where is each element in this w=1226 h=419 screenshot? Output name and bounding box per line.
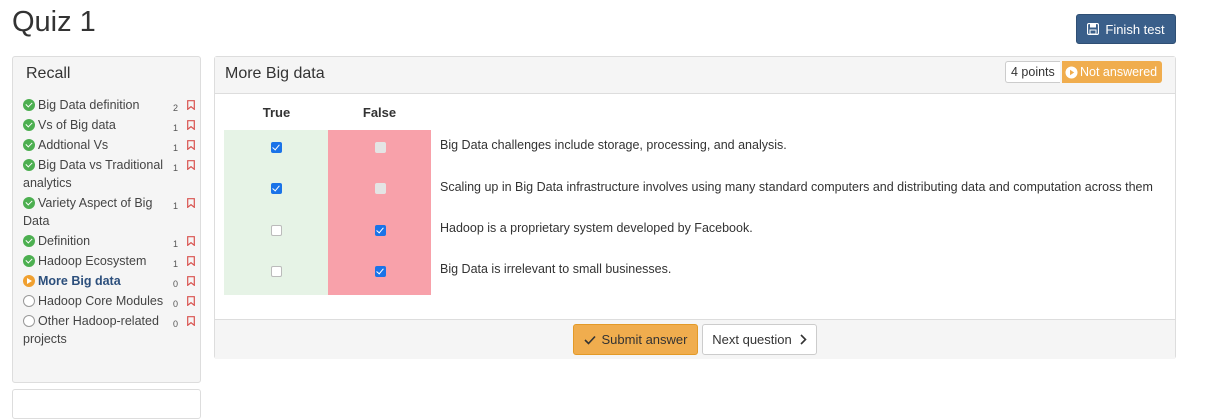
empty-circle-icon	[23, 295, 35, 307]
play-circle-icon	[23, 275, 35, 287]
bookmark-icon[interactable]	[187, 236, 195, 246]
row4-statement: Big Data is irrelevant to small business…	[440, 262, 672, 276]
row3-false-checkbox[interactable]	[375, 225, 386, 236]
sidebar-item-label: Other Hadoop-related projects	[23, 314, 159, 346]
submit-label: Submit answer	[601, 332, 688, 347]
row2-statement: Scaling up in Big Data infrastructure in…	[440, 180, 1153, 194]
play-circle-icon	[1065, 66, 1078, 78]
secondary-panel	[12, 389, 201, 419]
attempt-count: 1	[172, 123, 178, 133]
check-circle-icon	[23, 255, 35, 267]
sidebar-item-label: Big Data definition	[38, 98, 140, 112]
empty-circle-icon	[23, 315, 35, 327]
sidebar-item-label: Hadoop Core Modules	[38, 294, 164, 308]
sidebar-item-label: Big Data vs Traditional analytics	[23, 158, 164, 190]
next-question-button[interactable]: Next question	[702, 324, 817, 355]
sidebar-item-label: Hadoop Ecosystem	[38, 254, 147, 268]
attempt-count: 2	[172, 103, 178, 113]
attempt-count: 1	[172, 143, 178, 153]
check-circle-icon	[23, 99, 35, 111]
sidebar-item-label: Definition	[38, 234, 91, 248]
row1-true-checkbox[interactable]	[271, 142, 282, 153]
question-panel: More Big data 4 points Not answered True…	[214, 56, 1176, 359]
navigator-list: Big Data definition 2 Vs of Big data 1 Add…	[23, 96, 199, 350]
status-label: Not answered	[1080, 65, 1158, 79]
sidebar-item-big-data-vs-traditional[interactable]: Big Data vs Traditional analytics 1	[23, 156, 199, 192]
sidebar-item-variety-aspect[interactable]: Variety Aspect of Big Data 1	[23, 194, 199, 230]
chevron-right-icon	[800, 334, 807, 345]
bookmark-icon[interactable]	[187, 198, 195, 208]
row2-false-checkbox	[375, 183, 386, 194]
sidebar-item-definition[interactable]: Definition 1	[23, 232, 199, 250]
attempt-count: 1	[172, 259, 178, 269]
submit-answer-button[interactable]: Submit answer	[573, 324, 698, 355]
bookmark-icon[interactable]	[187, 276, 195, 286]
row4-true-checkbox[interactable]	[271, 266, 282, 277]
bookmark-icon[interactable]	[187, 160, 195, 170]
check-circle-icon	[23, 139, 35, 151]
sidebar-item-more-big-data[interactable]: More Big data 0	[23, 272, 199, 290]
row1-statement: Big Data challenges include storage, pro…	[440, 138, 787, 152]
row3-statement: Hadoop is a proprietary system developed…	[440, 221, 753, 235]
points-badge: 4 points	[1005, 61, 1060, 83]
row4-false-checkbox[interactable]	[375, 266, 386, 277]
next-label: Next question	[712, 332, 792, 347]
sidebar-item-label: Variety Aspect of Big Data	[23, 196, 153, 228]
sidebar-item-vs-of-big-data[interactable]: Vs of Big data 1	[23, 116, 199, 134]
sidebar-item-big-data-definition[interactable]: Big Data definition 2	[23, 96, 199, 114]
attempt-count: 0	[172, 299, 178, 309]
checkmark-icon	[583, 335, 596, 345]
row3-true-checkbox[interactable]	[271, 225, 282, 236]
attempt-count: 1	[172, 239, 178, 249]
navigator-title: Recall	[26, 65, 71, 82]
bookmark-icon[interactable]	[187, 140, 195, 150]
finish-test-button[interactable]: Finish test	[1076, 14, 1176, 44]
check-circle-icon	[23, 197, 35, 209]
sidebar-item-hadoop-ecosystem[interactable]: Hadoop Ecosystem 1	[23, 252, 199, 270]
question-title: More Big data	[225, 65, 325, 82]
status-badge: Not answered	[1062, 61, 1163, 83]
save-icon	[1087, 23, 1100, 35]
bookmark-icon[interactable]	[187, 120, 195, 130]
bookmark-icon[interactable]	[187, 316, 195, 326]
bookmark-icon[interactable]	[187, 100, 195, 110]
check-circle-icon	[23, 235, 35, 247]
attempt-count: 1	[172, 163, 178, 173]
sidebar-item-other-hadoop-projects[interactable]: Other Hadoop-related projects 0	[23, 312, 199, 348]
sidebar-item-label: Addtional Vs	[38, 138, 109, 152]
check-circle-icon	[23, 119, 35, 131]
column-header-false: False	[362, 105, 397, 120]
finish-test-label: Finish test	[1105, 21, 1165, 37]
sidebar-item-additional-vs[interactable]: Addtional Vs 1	[23, 136, 199, 154]
question-header: More Big data 4 points Not answered	[215, 57, 1175, 94]
sidebar-item-label: Vs of Big data	[38, 118, 116, 132]
question-navigator: Recall Big Data definition 2 Vs of Big da…	[12, 56, 201, 383]
sidebar-item-label: More Big data	[38, 274, 121, 288]
attempt-count: 1	[172, 201, 178, 211]
row1-false-checkbox	[375, 142, 386, 153]
page-title: Quiz 1	[12, 6, 96, 38]
attempt-count: 0	[172, 319, 178, 329]
check-circle-icon	[23, 159, 35, 171]
bookmark-icon[interactable]	[187, 296, 195, 306]
question-footer: Submit answer Next question	[215, 319, 1175, 359]
sidebar-item-hadoop-core-modules[interactable]: Hadoop Core Modules 0	[23, 292, 199, 310]
bookmark-icon[interactable]	[187, 256, 195, 266]
row2-true-checkbox[interactable]	[271, 183, 282, 194]
column-header-true: True	[262, 105, 291, 120]
attempt-count: 0	[172, 279, 178, 289]
